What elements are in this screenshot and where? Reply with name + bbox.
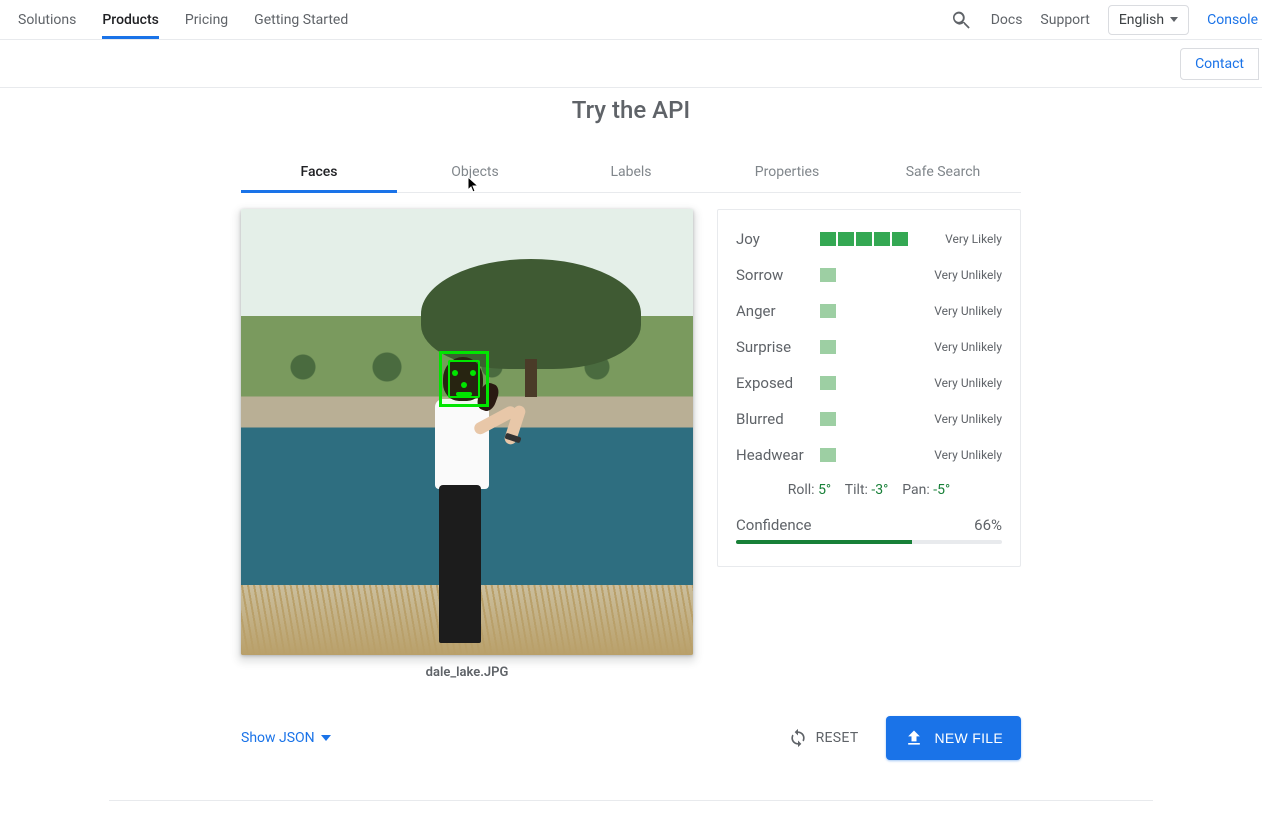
docs-link[interactable]: Docs: [991, 12, 1023, 28]
nav-getting-started[interactable]: Getting Started: [254, 0, 348, 39]
attribute-label: Joy: [736, 230, 812, 248]
tilt-value: -3°: [871, 482, 888, 498]
top-bar: Solutions Products Pricing Getting Start…: [0, 0, 1262, 40]
likelihood-text: Very Likely: [918, 232, 1002, 246]
show-json-label: Show JSON: [241, 730, 315, 746]
attribute-row: Joy Very Likely: [736, 230, 1002, 248]
confidence-label: Confidence: [736, 516, 811, 534]
likelihood-text: Very Unlikely: [918, 412, 1002, 426]
attribute-row: Anger Very Unlikely: [736, 302, 1002, 320]
console-link[interactable]: Console: [1207, 12, 1258, 28]
tab-properties[interactable]: Properties: [709, 152, 865, 192]
language-label: English: [1119, 12, 1164, 28]
attribute-row: Headwear Very Unlikely: [736, 446, 1002, 464]
nav-products[interactable]: Products: [102, 0, 159, 39]
nav-pricing[interactable]: Pricing: [185, 0, 228, 39]
upload-icon: [904, 728, 924, 748]
contact-sales-button[interactable]: Contact: [1180, 48, 1259, 80]
pan-value: -5°: [933, 482, 950, 498]
attribute-label: Blurred: [736, 410, 812, 428]
language-selector[interactable]: English: [1108, 5, 1189, 35]
face-detection-box: [439, 351, 489, 407]
attribute-label: Exposed: [736, 374, 812, 392]
likelihood-bar: [820, 268, 910, 282]
attribute-row: Blurred Very Unlikely: [736, 410, 1002, 428]
show-json-toggle[interactable]: Show JSON: [241, 730, 331, 746]
attribute-row: Surprise Very Unlikely: [736, 338, 1002, 356]
attribute-row: Sorrow Very Unlikely: [736, 266, 1002, 284]
confidence-bar: [736, 540, 1002, 544]
face-attributes-card: Joy Very Likely Sorrow Very Unlikely Anger Ve…: [717, 209, 1021, 567]
likelihood-bar: [820, 304, 910, 318]
analyzed-image: [241, 209, 693, 655]
tilt-label: Tilt:: [845, 482, 868, 498]
reset-button[interactable]: RESET: [788, 728, 859, 748]
likelihood-bar: [820, 448, 910, 462]
reset-label: RESET: [816, 730, 859, 746]
likelihood-bar: [820, 232, 910, 246]
secondary-bar: Contact: [0, 40, 1262, 88]
likelihood-bar: [820, 340, 910, 354]
primary-nav: Solutions Products Pricing Getting Start…: [18, 0, 348, 39]
new-file-label: NEW FILE: [934, 730, 1003, 746]
result-tabs: Faces Objects Labels Properties Safe Sea…: [241, 152, 1021, 193]
roll-value: 5°: [818, 482, 831, 498]
divider: [109, 800, 1153, 801]
nav-solutions[interactable]: Solutions: [18, 0, 76, 39]
likelihood-text: Very Unlikely: [918, 268, 1002, 282]
likelihood-text: Very Unlikely: [918, 304, 1002, 318]
confidence-value: 66%: [974, 516, 1002, 534]
top-right: Docs Support English Console: [949, 0, 1262, 39]
likelihood-text: Very Unlikely: [918, 448, 1002, 462]
results-panel: dale_lake.JPG Joy Very Likely Sorrow Very U…: [241, 209, 1021, 680]
attribute-label: Anger: [736, 302, 812, 320]
support-link[interactable]: Support: [1040, 12, 1089, 28]
attribute-label: Sorrow: [736, 266, 812, 284]
tab-labels[interactable]: Labels: [553, 152, 709, 192]
tab-objects-label: Objects: [451, 164, 498, 180]
image-column: dale_lake.JPG: [241, 209, 693, 680]
pan-label: Pan:: [902, 482, 930, 498]
tab-safe-search[interactable]: Safe Search: [865, 152, 1021, 192]
likelihood-bar: [820, 376, 910, 390]
new-file-button[interactable]: NEW FILE: [886, 716, 1021, 760]
likelihood-text: Very Unlikely: [918, 376, 1002, 390]
pose-readout: Roll: 5° Tilt: -3° Pan: -5°: [736, 482, 1002, 498]
reset-icon: [788, 728, 808, 748]
attribute-label: Surprise: [736, 338, 812, 356]
likelihood-bar: [820, 412, 910, 426]
actions-row: Show JSON RESET NEW FILE: [241, 716, 1021, 760]
attribute-label: Headwear: [736, 446, 812, 464]
search-icon[interactable]: [949, 8, 973, 32]
roll-label: Roll:: [788, 482, 815, 498]
tab-objects[interactable]: Objects: [397, 152, 553, 192]
chevron-down-icon: [321, 735, 331, 741]
image-filename: dale_lake.JPG: [426, 665, 509, 680]
caret-down-icon: [1170, 17, 1178, 22]
tab-faces[interactable]: Faces: [241, 152, 397, 192]
attribute-row: Exposed Very Unlikely: [736, 374, 1002, 392]
likelihood-text: Very Unlikely: [918, 340, 1002, 354]
page-title: Try the API: [109, 96, 1153, 124]
